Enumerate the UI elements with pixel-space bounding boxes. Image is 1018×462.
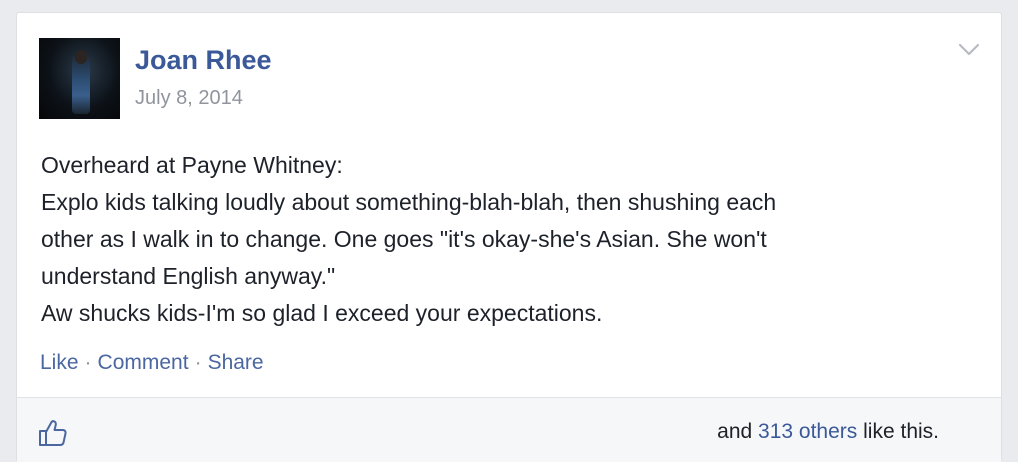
avatar-head	[75, 50, 87, 64]
likes-suffix: like this.	[863, 420, 939, 443]
thumbs-up-icon[interactable]	[38, 419, 68, 447]
action-separator: ·	[194, 351, 202, 374]
author-avatar[interactable]	[39, 38, 120, 119]
post-text-line: other as I walk in to change. One goes "…	[41, 226, 767, 252]
likes-footer: and 313 others like this.	[17, 397, 1001, 462]
likers-link[interactable]: 313 others	[758, 420, 857, 443]
like-link[interactable]: Like	[40, 351, 79, 374]
post-text-line: Explo kids talking loudly about somethin…	[41, 189, 777, 215]
action-separator: ·	[84, 351, 92, 374]
post-text-line: Aw shucks kids-I'm so glad I exceed your…	[41, 300, 603, 326]
likes-summary: and 313 others like this.	[717, 420, 939, 444]
likes-prefix: and	[717, 420, 753, 443]
comment-link[interactable]: Comment	[98, 351, 189, 374]
share-link[interactable]: Share	[208, 351, 264, 374]
post-body: Overheard at Payne Whitney: Explo kids t…	[41, 147, 991, 332]
author-name[interactable]: Joan Rhee	[135, 45, 272, 76]
post-text-line: Overheard at Payne Whitney:	[41, 152, 343, 178]
chevron-down-icon[interactable]	[958, 43, 980, 57]
post-date[interactable]: July 8, 2014	[135, 87, 243, 110]
post-text-line: understand English anyway."	[41, 263, 336, 289]
post-actions: Like · Comment · Share	[40, 351, 264, 375]
post-card: Joan Rhee July 8, 2014 Overheard at Payn…	[16, 12, 1002, 462]
